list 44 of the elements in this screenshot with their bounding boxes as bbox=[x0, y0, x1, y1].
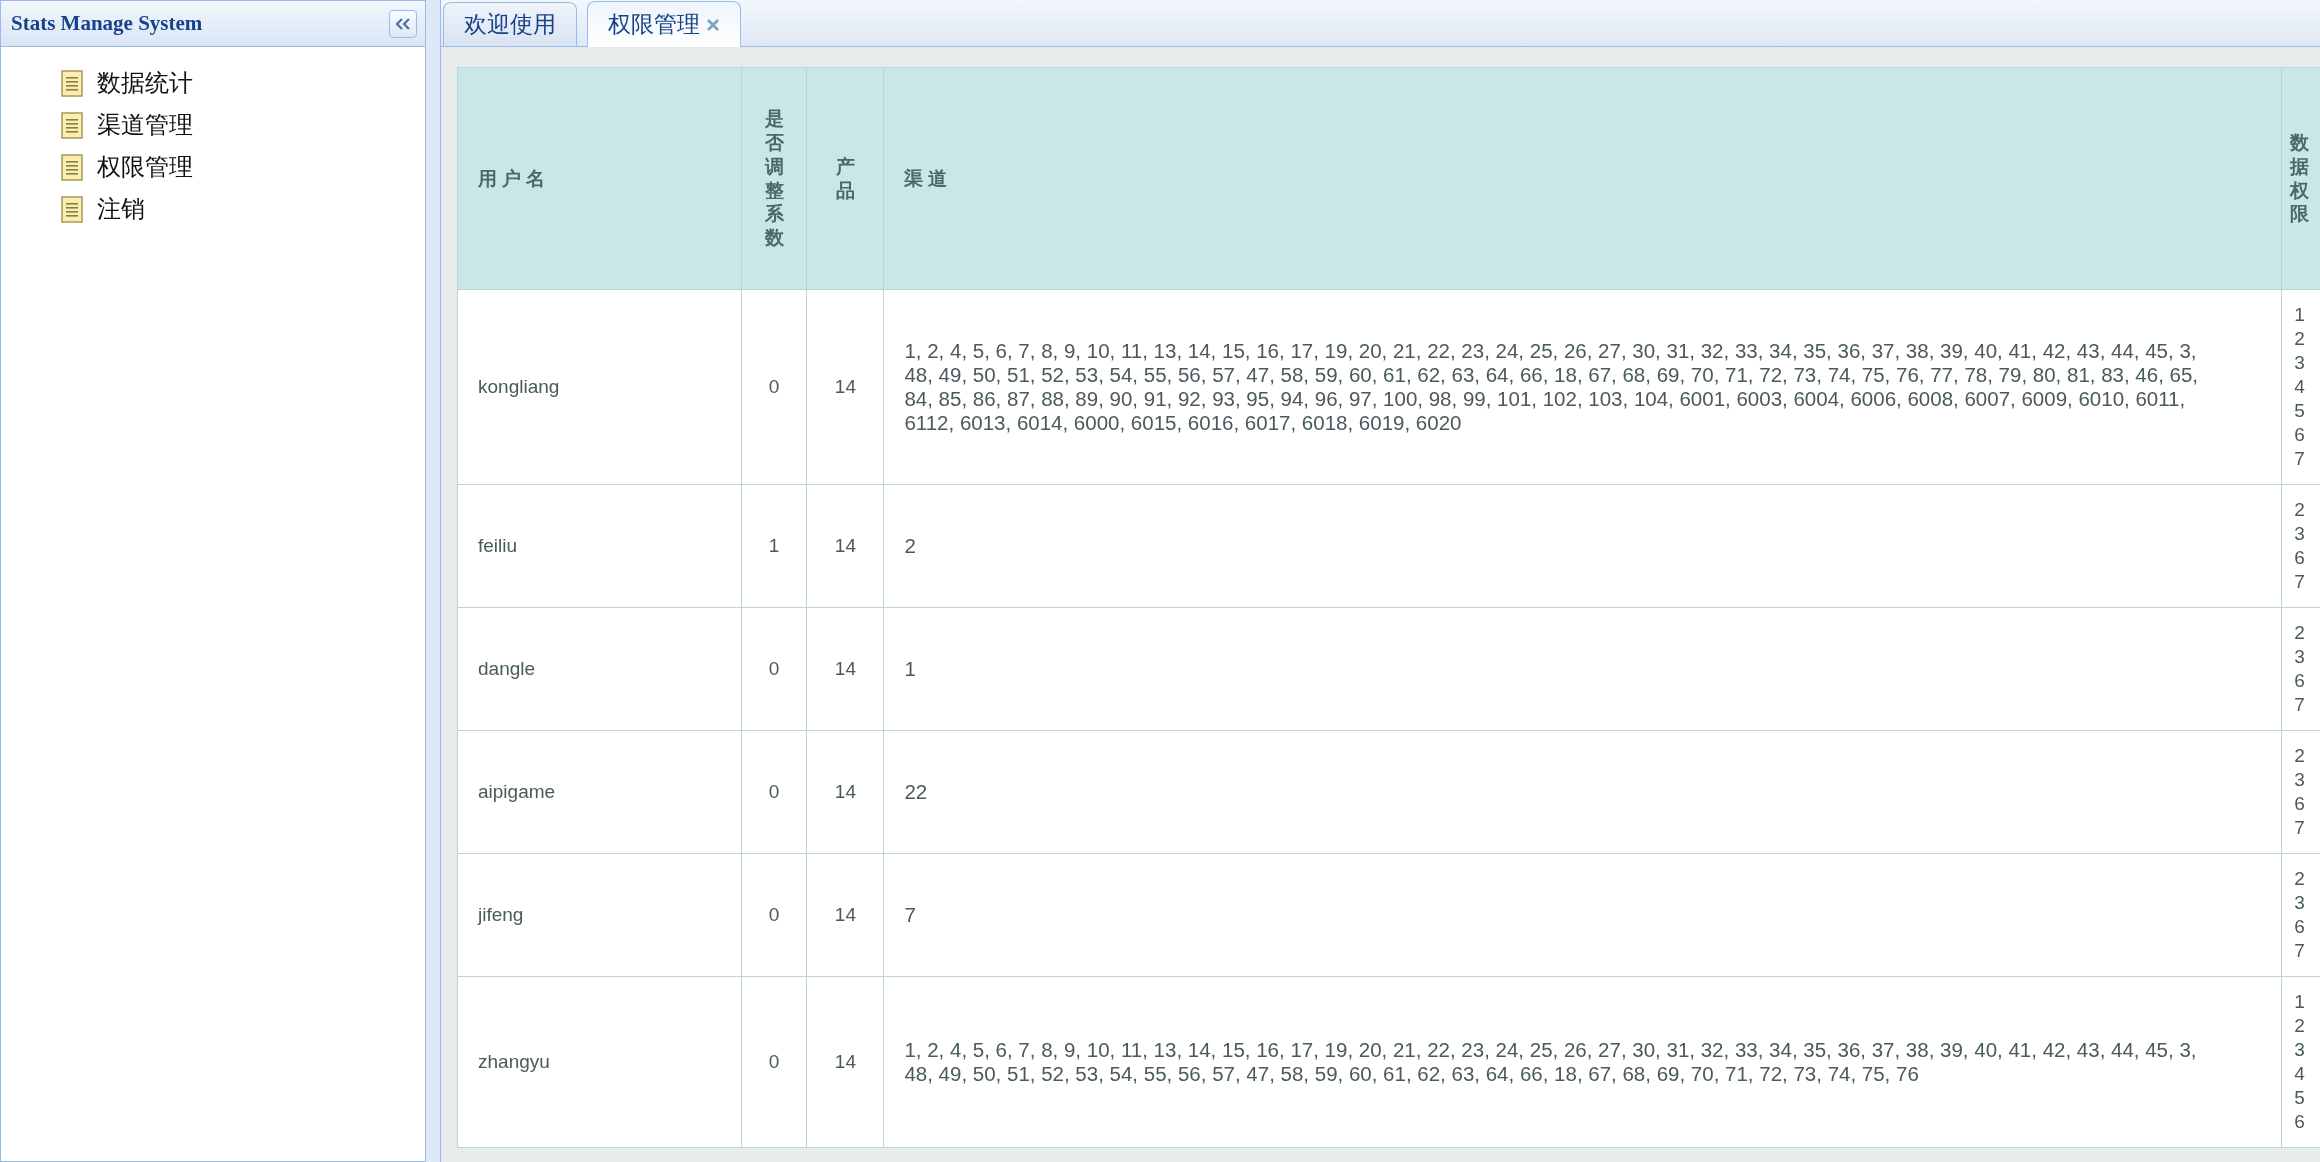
column-header: 数据权限 bbox=[2281, 67, 2320, 290]
nav-item[interactable]: 数据统计 bbox=[61, 67, 425, 99]
nav-item[interactable]: 渠道管理 bbox=[61, 109, 425, 141]
splitter[interactable] bbox=[426, 0, 441, 1162]
document-icon bbox=[61, 69, 83, 97]
table-cell: 1 bbox=[883, 607, 2282, 731]
table-cell: 14 bbox=[806, 730, 884, 854]
table-cell: 7 bbox=[883, 853, 2282, 977]
close-icon[interactable] bbox=[706, 17, 720, 32]
table-cell: 0 bbox=[741, 976, 807, 1148]
document-icon bbox=[61, 195, 83, 223]
table-cell: 14 bbox=[806, 853, 884, 977]
table-cell: feiliu bbox=[457, 484, 742, 608]
table-cell: 1 bbox=[741, 484, 807, 608]
column-header: 产品 bbox=[806, 67, 884, 290]
table-cell: 2 bbox=[883, 484, 2282, 608]
table-cell: 14 bbox=[806, 976, 884, 1148]
table-cell: 22 bbox=[883, 730, 2282, 854]
table-cell: 0 bbox=[741, 289, 807, 485]
column-header: 渠道 bbox=[883, 67, 2282, 290]
double-chevron-left-icon bbox=[395, 16, 411, 31]
tab[interactable]: 欢迎使用 bbox=[443, 2, 577, 46]
nav-item[interactable]: 注销 bbox=[61, 193, 425, 225]
document-icon bbox=[61, 153, 83, 181]
table-cell: aipigame bbox=[457, 730, 742, 854]
table-cell: jifeng bbox=[457, 853, 742, 977]
app-title: Stats Manage System bbox=[11, 11, 203, 36]
table-cell: kongliang bbox=[457, 289, 742, 485]
table-cell: zhangyu bbox=[457, 976, 742, 1148]
document-icon bbox=[61, 111, 83, 139]
table-cell: 0 bbox=[741, 607, 807, 731]
nav-item[interactable]: 权限管理 bbox=[61, 151, 425, 183]
table-cell: 14 bbox=[806, 289, 884, 485]
column-header: 是否调整系数 bbox=[741, 67, 807, 290]
table-cell: 14 bbox=[806, 607, 884, 731]
tab[interactable]: 权限管理 bbox=[587, 1, 741, 47]
table-cell: dangle bbox=[457, 607, 742, 731]
table-cell: 14 bbox=[806, 484, 884, 608]
table-cell: 0 bbox=[741, 730, 807, 854]
table-cell: 0 bbox=[741, 853, 807, 977]
column-header: 用户名 bbox=[457, 67, 742, 290]
table-cell: 1, 2, 4, 5, 6, 7, 8, 9, 10, 11, 13, 14, 15, 16, 17, 19, 20, 21, 22, 23, 24, 25, 26, 27, 30, 31, 32, 33, 34, 35, 36, 37, 38, 39, 40, 41, 42, 43, 44, 45, 3, 48, 49, 50, 51, 52, 53, 54, 55, 56, 57, 47, 58, 59, 60, 61, 62, 63, 64, 66, 18, 67, 68, 69, 70, 71, 72, 73, 74, 75, 76, 77, 78, 79, 80, 81, 83, 46, 65, 84, 85, 86, 87, 88, 89, 90, 91, 92, 93, 95, 94, 96, 97, 100, 98, 99, 101, 102, 103, 104, 6001, 6003, 6004, 6006, 6008, 6007, 6009, 6010, 6011, 6112, 6013, 6014, 6000, 6015, 6016, 6017, 6018, 6019, 6020 bbox=[883, 289, 2282, 485]
table-cell: 1, 2, 4, 5, 6, 7, 8, 9, 10, 11, 13, 14, 15, 16, 17, 19, 20, 21, 22, 23, 24, 25, 26, 27, 30, 31, 32, 33, 34, 35, 36, 37, 38, 39, 40, 41, 42, 43, 44, 45, 3, 48, 49, 50, 51, 52, 53, 54, 55, 56, 57, 47, 58, 59, 60, 61, 62, 63, 64, 66, 18, 67, 68, 69, 70, 71, 72, 73, 74, 75, 76 bbox=[883, 976, 2282, 1148]
collapse-button[interactable] bbox=[389, 9, 417, 38]
